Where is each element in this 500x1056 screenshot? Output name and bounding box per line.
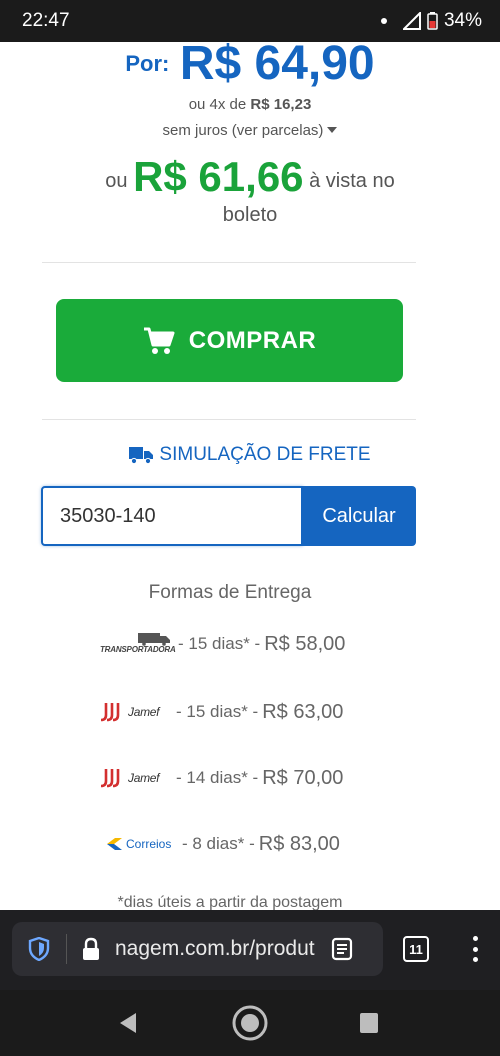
installments-prefix: ou 4x de xyxy=(188,96,247,113)
address-bar[interactable]: nagem.com.br/produt xyxy=(12,922,383,976)
notification-dot-icon xyxy=(380,18,387,24)
tab-switcher-button[interactable]: 11 xyxy=(403,936,429,962)
no-interest-text: sem juros (ver parcelas) xyxy=(162,122,324,139)
recents-icon[interactable] xyxy=(359,1012,379,1034)
delivery-option: TRANSPORTADORA - 15 dias* - R$ 58,00 xyxy=(100,632,345,656)
divider xyxy=(42,262,416,263)
calculate-button[interactable]: Calcular xyxy=(302,486,416,546)
boleto-price-block: ou R$ 61,66 à vista no boleto xyxy=(60,156,440,232)
product-page: Por: R$ 64,90 ou 4x de R$ 16,23 sem juro… xyxy=(0,42,500,910)
buy-button-label: COMPRAR xyxy=(188,326,317,354)
jamef-logo: Jamef xyxy=(100,700,170,724)
transportadora-logo-text: TRANSPORTADORA xyxy=(100,645,176,654)
delivery-price: R$ 58,00 xyxy=(264,632,346,655)
price-value: R$ 64,90 xyxy=(179,42,375,90)
boleto-prefix: ou xyxy=(105,170,128,192)
browser-toolbar: nagem.com.br/produt 11 xyxy=(0,910,500,990)
status-icons: 34% xyxy=(380,10,482,32)
caret-down-icon xyxy=(327,127,338,133)
battery-icon xyxy=(427,12,438,30)
system-navigation-bar xyxy=(0,990,500,1056)
shipping-title-text: SIMULAÇÃO DE FRETE xyxy=(159,444,371,465)
delivery-footnote: *dias úteis a partir da postagem xyxy=(117,894,343,910)
correios-logo-text: Correios xyxy=(126,837,172,851)
divider xyxy=(66,934,67,964)
battery-level: 34% xyxy=(443,10,482,31)
delivery-price: R$ 63,00 xyxy=(262,700,344,723)
delivery-option: Jamef - 15 dias* - R$ 63,00 xyxy=(100,700,343,724)
delivery-option: Jamef - 14 dias* - R$ 70,00 xyxy=(100,766,343,790)
delivery-options-title: Formas de Entrega xyxy=(148,582,312,603)
delivery-option: Correios - 8 dias* - R$ 83,00 xyxy=(106,832,340,856)
url-text: nagem.com.br/produt xyxy=(115,937,315,960)
jamef-logo-text: Jamef xyxy=(128,705,160,719)
status-time: 22:47 xyxy=(22,10,70,31)
installments-toggle[interactable]: sem juros (ver parcelas) xyxy=(0,122,500,139)
cart-icon xyxy=(143,327,175,354)
back-icon[interactable] xyxy=(118,1012,138,1034)
buy-button[interactable]: COMPRAR xyxy=(56,299,403,382)
shield-icon[interactable] xyxy=(28,937,50,961)
transportadora-logo: TRANSPORTADORA xyxy=(100,632,176,656)
truck-icon xyxy=(129,447,154,464)
price-block: Por: R$ 64,90 xyxy=(0,42,500,91)
delivery-days: - 15 dias* - xyxy=(176,702,259,721)
delivery-price: R$ 70,00 xyxy=(262,766,344,789)
delivery-days: - 8 dias* - xyxy=(182,834,255,853)
boleto-price: R$ 61,66 xyxy=(133,153,304,200)
jamef-logo-text: Jamef xyxy=(128,771,160,785)
installments-info: ou 4x de R$ 16,23 xyxy=(0,96,500,113)
signal-icon xyxy=(402,12,421,30)
cep-input[interactable] xyxy=(41,486,303,546)
jamef-logo: Jamef xyxy=(100,766,170,790)
reader-mode-icon[interactable] xyxy=(331,937,353,961)
shipping-simulation-title: SIMULAÇÃO DE FRETE xyxy=(0,444,500,466)
home-icon[interactable] xyxy=(231,1004,269,1042)
boleto-suffix: à vista no xyxy=(309,170,395,192)
delivery-price: R$ 83,00 xyxy=(258,832,340,855)
status-bar: 22:47 34% xyxy=(0,0,500,42)
more-menu-icon[interactable] xyxy=(468,932,482,966)
price-label: Por: xyxy=(125,51,170,76)
correios-logo: Correios xyxy=(106,832,176,856)
boleto-suffix-2: boleto xyxy=(222,204,278,226)
divider xyxy=(42,419,416,420)
delivery-days: - 14 dias* - xyxy=(176,768,259,787)
installment-value: R$ 16,23 xyxy=(250,96,312,113)
lock-icon xyxy=(83,937,99,960)
delivery-days: - 15 dias* - xyxy=(178,634,261,653)
